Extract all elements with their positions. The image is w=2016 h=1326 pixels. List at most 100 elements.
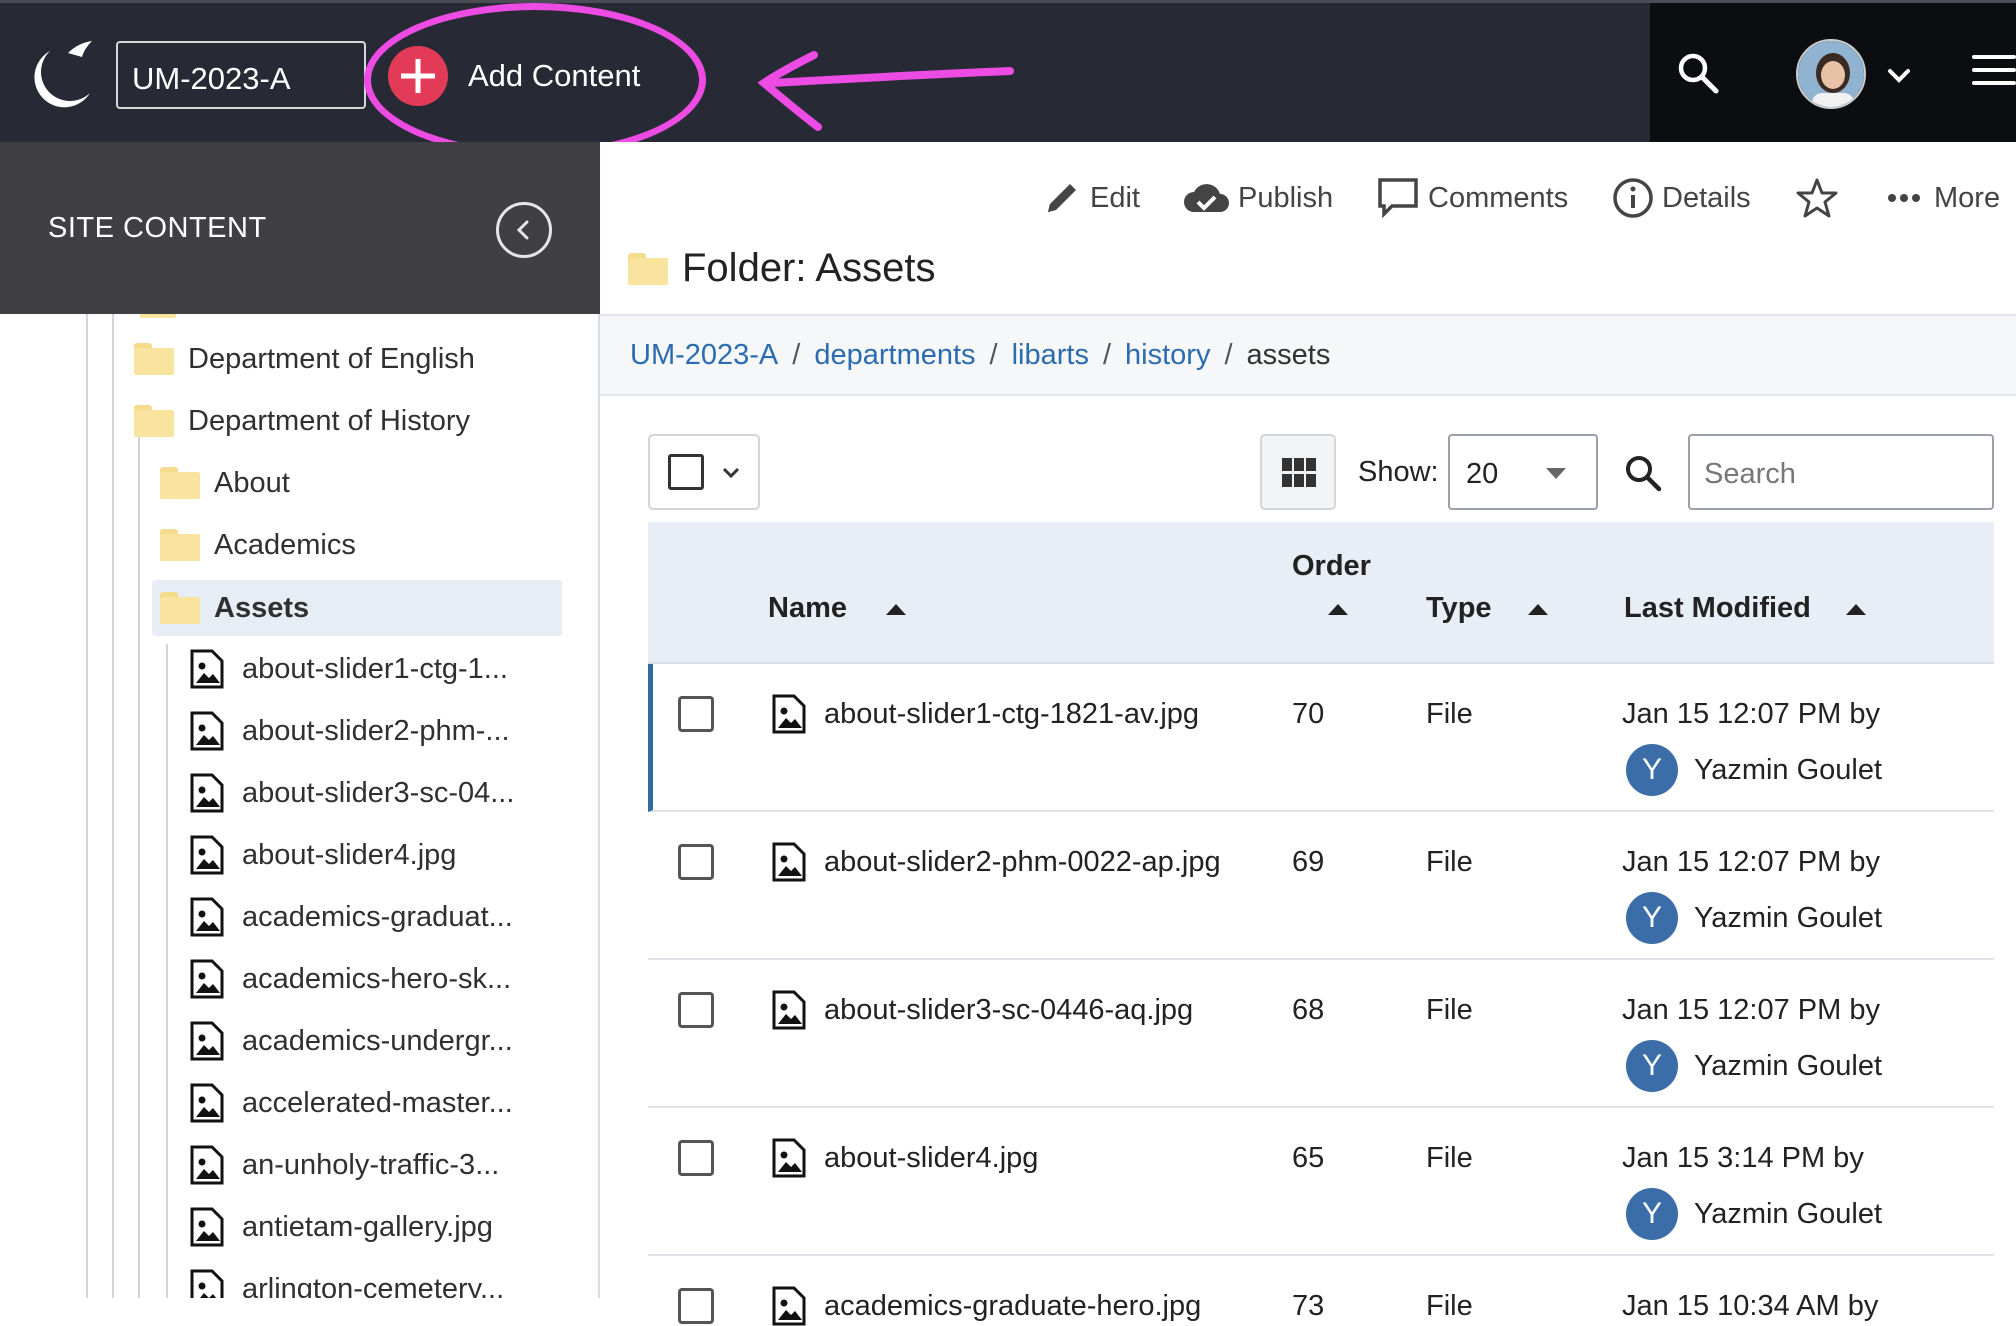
search-icon[interactable] (1624, 454, 1662, 492)
type-value: File (1426, 994, 1473, 1026)
table-header: Name Order Type Last Modified (648, 522, 1994, 664)
tree-item-file[interactable]: about-slider4.jpg (190, 830, 456, 880)
breadcrumb-link[interactable]: libarts (1012, 339, 1089, 372)
checkbox (668, 454, 704, 490)
search-input[interactable]: Search (1688, 434, 1994, 510)
row-checkbox[interactable] (678, 844, 714, 880)
modified-value: Jan 15 12:07 PM by (1622, 846, 1880, 878)
tree-item-file[interactable]: antietam-gallery.jpg (190, 1202, 493, 1252)
collapse-sidebar-button[interactable] (496, 202, 552, 258)
tree-item-file[interactable]: arlington-cemetery... (190, 1264, 504, 1298)
tree-item-label: accelerated-master... (242, 1086, 513, 1119)
type-value: File (1426, 698, 1473, 730)
file-name-text: about-slider3-sc-0446-aq.jpg (824, 993, 1194, 1026)
tree-item-file[interactable]: accelerated-master... (190, 1078, 513, 1128)
type-value: File (1426, 1142, 1473, 1174)
tree-item-label: about-slider3-sc-04... (242, 776, 515, 809)
breadcrumb-link[interactable]: history (1125, 339, 1210, 372)
grid-view-button[interactable] (1260, 434, 1336, 510)
tree-item-file[interactable]: an-unholy-traffic-3... (190, 1140, 499, 1190)
grid-icon (1282, 458, 1316, 487)
row-checkbox[interactable] (678, 1288, 714, 1324)
details-label: Details (1662, 181, 1751, 214)
file-name[interactable]: academics-graduate-hero.jpg (772, 1286, 1201, 1326)
sort-asc-icon[interactable] (1328, 604, 1348, 615)
tree-item-folder[interactable]: Department of English (134, 334, 475, 384)
chevron-down-icon (722, 467, 740, 479)
column-header-last-modified[interactable]: Last Modified (1624, 592, 1811, 625)
image-file-icon (190, 711, 224, 751)
info-icon (1613, 178, 1653, 218)
edit-button[interactable]: Edit (1042, 170, 1140, 226)
comments-label: Comments (1428, 181, 1569, 214)
table-row[interactable]: about-slider2-phm-0022-ap.jpg 69 File Ja… (648, 812, 1994, 960)
column-header-type[interactable]: Type (1426, 592, 1492, 625)
chevron-left-icon (516, 220, 529, 240)
folder-icon (160, 592, 200, 624)
search-icon[interactable] (1676, 51, 1720, 95)
file-name[interactable]: about-slider2-phm-0022-ap.jpg (772, 842, 1221, 882)
image-file-icon (772, 990, 806, 1030)
tree-item-label: about-slider2-phm-... (242, 714, 510, 747)
order-value: 68 (1292, 994, 1325, 1026)
pencil-icon (1048, 184, 1076, 212)
table-row[interactable]: about-slider4.jpg 65 File Jan 15 3:14 PM… (648, 1108, 1994, 1256)
main-content: Edit Publish Comments Details More Folde… (600, 142, 2016, 1326)
column-header-order[interactable]: Order (1292, 550, 1371, 583)
sort-asc-icon[interactable] (1528, 604, 1548, 615)
app-logo-icon[interactable] (20, 35, 98, 115)
details-button[interactable]: Details (1612, 170, 1751, 226)
table-row[interactable]: academics-graduate-hero.jpg 73 File Jan … (648, 1256, 1994, 1326)
order-value: 69 (1292, 846, 1325, 878)
menu-icon[interactable] (1972, 55, 2016, 95)
tree-item-file[interactable]: about-slider3-sc-04... (190, 768, 514, 818)
tree-item-folder[interactable]: Academics (160, 520, 356, 570)
select-all-dropdown[interactable] (648, 434, 760, 510)
page-size-select[interactable]: 20 (1448, 434, 1598, 510)
breadcrumb-link[interactable]: departments (814, 339, 975, 372)
column-header-name[interactable]: Name (768, 592, 847, 625)
breadcrumb: UM-2023-A / departments / libarts / hist… (600, 314, 2016, 396)
star-icon (1796, 178, 1838, 218)
breadcrumb-link[interactable]: UM-2023-A (630, 339, 778, 372)
user-avatar[interactable] (1796, 39, 1866, 109)
tree-item-label: about-slider4.jpg (242, 838, 457, 871)
tree-item-file[interactable]: about-slider1-ctg-1... (190, 644, 508, 694)
chevron-down-icon[interactable] (1884, 61, 1914, 91)
tree-item-folder[interactable]: About (160, 458, 290, 508)
table-row[interactable]: about-slider3-sc-0446-aq.jpg 68 File Jan… (648, 960, 1994, 1108)
row-checkbox[interactable] (678, 992, 714, 1028)
user-name: Yazmin Goulet (1694, 753, 1883, 786)
image-file-icon (190, 835, 224, 875)
tree-item-label: academics-graduat... (242, 900, 513, 933)
tree-item-label: Department of English (188, 342, 475, 375)
table-row[interactable]: about-slider1-ctg-1821-av.jpg 70 File Ja… (648, 664, 1994, 812)
publish-button[interactable]: Publish (1182, 170, 1333, 226)
sort-asc-icon[interactable] (1846, 604, 1866, 615)
modified-value: Jan 15 10:34 AM by (1622, 1290, 1879, 1322)
sort-asc-icon[interactable] (886, 604, 906, 615)
tree-item-folder[interactable]: Department of History (134, 396, 470, 446)
tree-item-label: Academics (214, 528, 356, 561)
file-name[interactable]: about-slider3-sc-0446-aq.jpg (772, 990, 1193, 1030)
image-file-icon (190, 1083, 224, 1123)
tree-item-file[interactable]: about-slider2-phm-... (190, 706, 510, 756)
image-file-icon (190, 1021, 224, 1061)
site-selector[interactable]: UM-2023-A (116, 41, 366, 109)
sidebar-title: SITE CONTENT (48, 212, 267, 244)
file-name[interactable]: about-slider4.jpg (772, 1138, 1038, 1178)
tree-item-file[interactable]: academics-hero-sk... (190, 954, 511, 1004)
favorite-button[interactable] (1796, 170, 1846, 226)
tree-item-file[interactable]: academics-graduat... (190, 892, 513, 942)
row-checkbox[interactable] (678, 696, 714, 732)
more-button[interactable]: More (1886, 170, 2000, 226)
file-name-text: academics-graduate-hero.jpg (824, 1289, 1202, 1322)
file-name[interactable]: about-slider1-ctg-1821-av.jpg (772, 694, 1199, 734)
comments-button[interactable]: Comments (1376, 170, 1568, 226)
tree-item-folder-selected[interactable]: Assets (152, 580, 562, 636)
folder-icon (628, 252, 668, 285)
tree-item-file[interactable]: academics-undergr... (190, 1016, 513, 1066)
annotation-circle (364, 3, 706, 157)
row-checkbox[interactable] (678, 1140, 714, 1176)
site-content-tree: Department of English Department of Hist… (0, 314, 600, 1298)
